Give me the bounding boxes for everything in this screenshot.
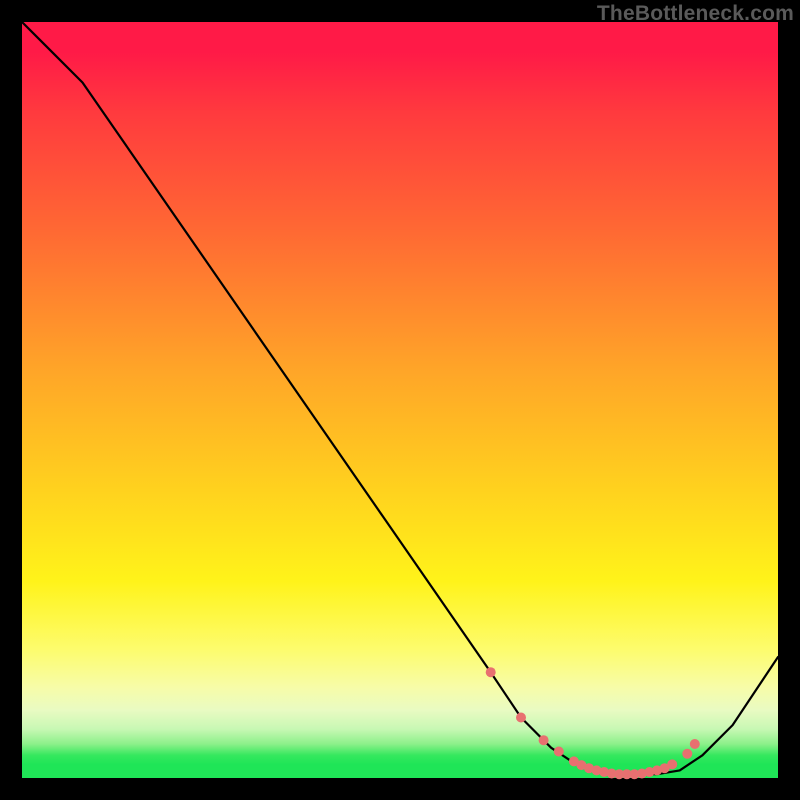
chart-stage: TheBottleneck.com (0, 0, 800, 800)
curve-marker (539, 735, 549, 745)
bottleneck-curve (22, 22, 778, 774)
curve-markers (486, 667, 700, 779)
curve-marker (554, 747, 564, 757)
watermark-text: TheBottleneck.com (597, 2, 794, 26)
curve-marker (486, 667, 496, 677)
curve-marker (682, 749, 692, 759)
plot-area (22, 22, 778, 778)
curve-marker (667, 759, 677, 769)
chart-svg (22, 22, 778, 778)
curve-marker (690, 739, 700, 749)
curve-marker (516, 713, 526, 723)
